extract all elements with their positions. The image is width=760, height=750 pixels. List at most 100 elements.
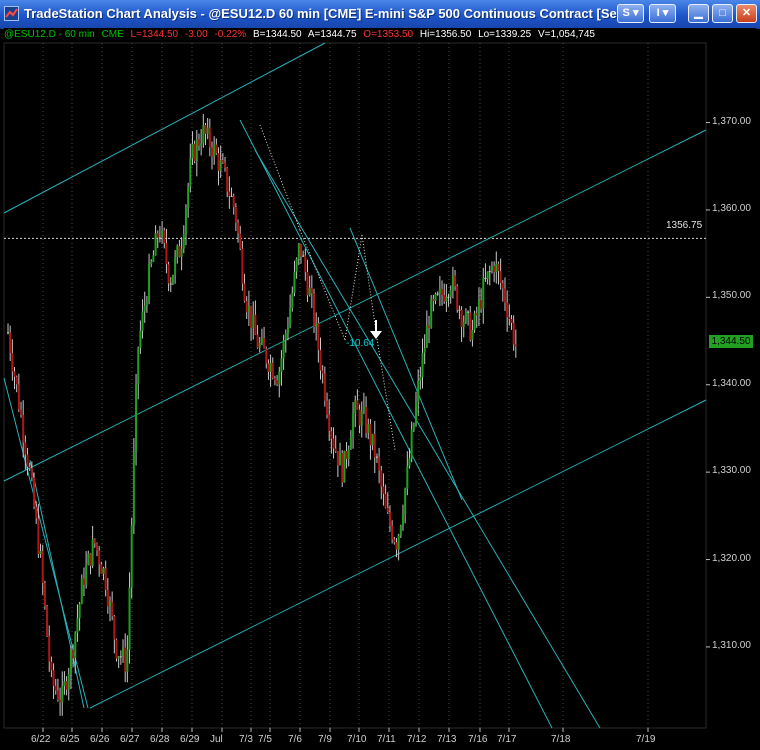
price-bar	[428, 325, 431, 328]
y-tick-label: 1,370.00	[712, 115, 751, 127]
price-bar	[243, 283, 246, 302]
price-bar	[441, 288, 444, 296]
price-bar	[115, 639, 118, 659]
price-bar	[477, 299, 480, 316]
price-bar	[419, 377, 422, 381]
price-bar	[117, 656, 120, 659]
x-tick-label: 7/6	[288, 734, 302, 745]
price-bar	[278, 371, 281, 385]
price-bar	[237, 222, 240, 234]
price-bar	[306, 272, 309, 296]
price-chart[interactable]	[0, 0, 760, 750]
x-tick-label: 7/9	[318, 734, 332, 745]
price-bar	[28, 466, 31, 469]
price-bar	[347, 449, 350, 459]
price-bar	[258, 342, 261, 348]
x-tick-label: 7/17	[497, 734, 517, 745]
price-bar	[388, 512, 391, 526]
price-bar	[499, 271, 502, 284]
price-bar	[20, 409, 23, 415]
price-bar	[354, 400, 357, 414]
price-bar	[464, 311, 467, 322]
price-bar	[460, 309, 463, 328]
price-bar	[506, 302, 509, 318]
price-bar	[508, 317, 511, 319]
price-bar	[265, 348, 268, 364]
exchange-label: CME	[101, 29, 124, 40]
price-bar	[293, 271, 296, 294]
price-bar	[17, 384, 20, 410]
price-bar	[106, 589, 109, 607]
price-bar	[330, 431, 333, 439]
percent-change: -0.22%	[214, 29, 247, 40]
price-bar	[451, 275, 454, 291]
price-bar	[156, 233, 159, 238]
price-bar	[204, 125, 207, 134]
x-tick-label: 7/12	[407, 734, 427, 745]
price-bar	[195, 139, 198, 162]
price-bar	[447, 296, 450, 298]
price-bar	[341, 453, 344, 483]
last-price-marker: 1,344.50	[709, 335, 753, 348]
price-bar	[100, 564, 103, 574]
price-bar	[417, 380, 420, 403]
price-bar	[187, 186, 190, 208]
price-bar	[33, 477, 36, 507]
price-bar	[514, 344, 517, 347]
price-bar	[321, 370, 324, 374]
price-bar	[434, 293, 437, 301]
price-bar	[512, 322, 515, 345]
x-tick-label: Jul	[210, 734, 223, 745]
price-bar	[263, 338, 266, 349]
price-bar	[456, 286, 459, 310]
price-bar	[395, 542, 398, 550]
price-bar	[432, 299, 435, 301]
price-bar	[336, 451, 339, 466]
price-bar	[113, 616, 116, 640]
price-bar	[61, 685, 64, 703]
price-bar	[495, 263, 498, 273]
y-tick-label: 1,340.00	[712, 377, 751, 389]
price-bar	[89, 553, 92, 566]
price-bar	[165, 242, 168, 265]
price-bar	[369, 423, 372, 446]
price-bar	[473, 313, 476, 330]
price-bar	[475, 313, 478, 316]
high-price: Hi=1356.50	[419, 29, 472, 40]
price-bar	[180, 248, 183, 257]
ask-price: A=1344.75	[307, 29, 357, 40]
trendline	[239, 119, 553, 729]
x-tick-label: 6/22	[31, 734, 51, 745]
price-bar	[397, 535, 400, 550]
price-bar	[202, 125, 205, 144]
price-bar	[230, 196, 233, 198]
price-bar	[352, 413, 355, 438]
price-bar	[315, 323, 318, 327]
price-bar	[41, 551, 44, 583]
price-bar	[221, 160, 224, 163]
price-bar	[93, 539, 96, 544]
price-bar	[365, 406, 368, 434]
price-bar	[174, 257, 177, 276]
price-bar	[76, 618, 79, 633]
price-bar	[200, 143, 203, 146]
swing-line	[259, 124, 301, 231]
price-bar	[87, 553, 90, 565]
price-bar	[332, 438, 335, 449]
trendline	[349, 227, 463, 501]
price-bar	[408, 458, 411, 467]
price-bar	[171, 275, 174, 285]
price-bar	[289, 308, 292, 327]
price-bar	[286, 326, 289, 334]
swing-line	[377, 344, 396, 451]
last-price: L=1344.50	[130, 29, 179, 40]
price-bar	[135, 383, 138, 453]
price-bar	[169, 283, 172, 285]
price-bar	[63, 681, 66, 686]
plot-frame	[3, 42, 707, 729]
gridlines	[3, 42, 710, 732]
price-bar	[197, 139, 200, 146]
price-bar	[67, 674, 70, 690]
y-tick-label: 1,330.00	[712, 465, 751, 477]
price-bar	[382, 486, 385, 494]
